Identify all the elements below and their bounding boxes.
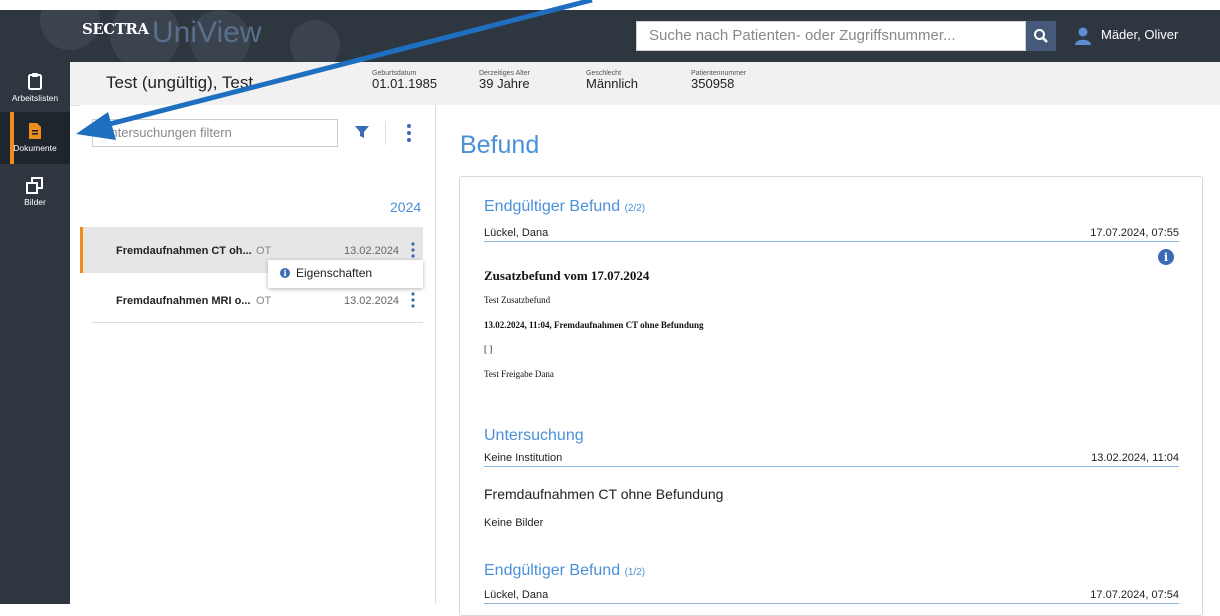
filter-icon[interactable] bbox=[354, 124, 370, 140]
final-report-title: Endgültiger Befund (1/2) bbox=[484, 562, 645, 580]
study-filter-input[interactable]: Untersuchungen filtern bbox=[92, 119, 338, 147]
patient-field-sex: Geschlecht Männlich bbox=[586, 70, 638, 91]
patient-field-birthdate: Geburtsdatum 01.01.1985 bbox=[372, 70, 437, 91]
search-input[interactable]: Suche nach Patienten- oder Zugriffsnumme… bbox=[636, 21, 1026, 51]
doc-line: Test Zusatzbefund bbox=[484, 295, 551, 305]
study-modality: OT bbox=[256, 295, 272, 307]
sidebar-item-arbeitslisten[interactable]: Arbeitslisten bbox=[0, 68, 70, 112]
section-title: Endgültiger Befund bbox=[484, 198, 621, 215]
exam-meta: Keine Institution 13.02.2024, 11:04 bbox=[484, 452, 1179, 467]
images-icon bbox=[26, 177, 43, 194]
study-menu-icon[interactable] bbox=[410, 242, 416, 258]
exam-name: Fremdaufnahmen CT ohne Befundung bbox=[484, 486, 724, 502]
top-strip bbox=[0, 0, 1220, 10]
report-timestamp: 17.07.2024, 07:55 bbox=[1090, 227, 1179, 239]
section-title: Endgültiger Befund bbox=[484, 562, 621, 579]
report-heading: Befund bbox=[460, 131, 540, 159]
product-name: UniView bbox=[152, 16, 262, 49]
clipboard-icon bbox=[28, 73, 42, 90]
study-row[interactable]: Fremdaufnahmen MRI o... OT 13.02.2024 bbox=[80, 277, 423, 323]
exam-images: Keine Bilder bbox=[484, 517, 544, 529]
field-value: 350958 bbox=[691, 76, 735, 91]
divider bbox=[385, 121, 386, 145]
info-icon[interactable]: i bbox=[1158, 249, 1174, 265]
final-report-title: Endgültiger Befund (2/2) bbox=[484, 198, 645, 216]
study-title: Fremdaufnahmen CT oh... bbox=[116, 245, 252, 257]
list-divider bbox=[92, 322, 423, 323]
section-count: (2/2) bbox=[624, 203, 646, 214]
more-options-icon[interactable] bbox=[405, 122, 413, 144]
study-date: 13.02.2024 bbox=[344, 295, 400, 307]
decor-bubble bbox=[290, 20, 340, 62]
search-icon bbox=[1034, 29, 1048, 43]
top-bar: SECTRA UniView Suche nach Patienten- ode… bbox=[0, 10, 1220, 62]
doc-line: Test Freigabe Dana bbox=[484, 369, 554, 379]
report-timestamp: 17.07.2024, 07:54 bbox=[1090, 589, 1179, 601]
exam-title: Untersuchung bbox=[484, 427, 584, 444]
field-value: Männlich bbox=[586, 76, 639, 91]
doc-heading: Zusatzbefund vom 17.07.2024 bbox=[484, 268, 650, 283]
doc-line: [ ] bbox=[484, 344, 493, 354]
field-value: 01.01.1985 bbox=[372, 76, 438, 91]
sidebar-item-label: Bilder bbox=[24, 197, 46, 207]
sidebar-item-bilder[interactable]: Bilder bbox=[0, 172, 70, 216]
sidebar: Arbeitslisten Dokumente Bilder bbox=[0, 62, 70, 604]
exam-timestamp: 13.02.2024, 11:04 bbox=[1091, 452, 1179, 464]
brand-logo: SECTRA bbox=[82, 20, 149, 38]
year-group-label: 2024 bbox=[390, 199, 422, 215]
exam-institution: Keine Institution bbox=[484, 452, 563, 464]
patient-name: Test (ungültig), Test bbox=[106, 73, 254, 92]
final-report-meta: Lückel, Dana 17.07.2024, 07:54 bbox=[484, 589, 1179, 604]
user-name[interactable]: Mäder, Oliver bbox=[1101, 27, 1178, 42]
sidebar-item-label: Dokumente bbox=[13, 143, 57, 153]
patient-field-id: Patientennummer 350958 bbox=[691, 70, 746, 91]
report-author: Lückel, Dana bbox=[484, 589, 549, 601]
patient-field-age: Derzeitiges Alter 39 Jahre bbox=[479, 70, 530, 91]
study-modality: OT bbox=[256, 245, 272, 257]
study-menu-icon[interactable] bbox=[410, 292, 416, 308]
section-count: (1/2) bbox=[624, 567, 646, 578]
patient-bar: Test (ungültig), Test Geburtsdatum 01.01… bbox=[70, 62, 1220, 106]
user-icon[interactable] bbox=[1073, 26, 1093, 46]
doc-line: 13.02.2024, 11:04, Fremdaufnahmen CT ohn… bbox=[484, 320, 704, 330]
selected-marker bbox=[80, 227, 83, 273]
final-report-meta: Lückel, Dana 17.07.2024, 07:55 bbox=[484, 227, 1179, 242]
studies-pane bbox=[80, 105, 436, 604]
document-icon bbox=[29, 123, 41, 139]
field-value: 39 Jahre bbox=[479, 76, 530, 91]
report-author: Lückel, Dana bbox=[484, 227, 549, 239]
study-title: Fremdaufnahmen MRI o... bbox=[116, 295, 251, 307]
study-date: 13.02.2024 bbox=[344, 245, 400, 257]
search-button[interactable] bbox=[1026, 21, 1056, 51]
sidebar-item-dokumente[interactable]: Dokumente bbox=[0, 112, 70, 164]
sidebar-item-label: Arbeitslisten bbox=[11, 93, 59, 103]
report-card bbox=[459, 176, 1203, 616]
